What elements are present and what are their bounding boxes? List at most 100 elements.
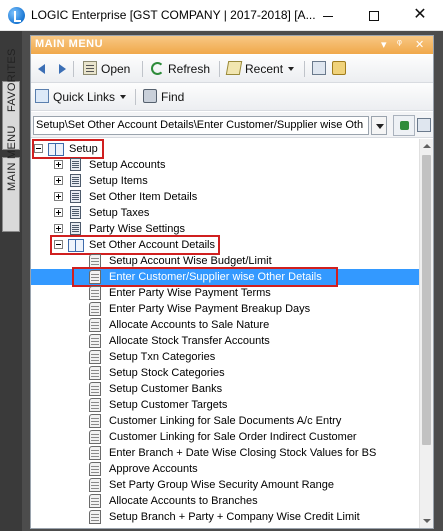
tree-leaf[interactable]: Allocate Accounts to Sale Nature (31, 317, 419, 333)
tree-leaf-label: Allocate Accounts to Branches (109, 495, 258, 507)
open-label: Open (101, 62, 131, 76)
tree-scrollbar[interactable] (419, 139, 433, 528)
tree-leaf[interactable]: Enter Party Wise Payment Breakup Days (31, 301, 419, 317)
menu-tree: Setup Setup Accounts Setup Items Set Oth… (31, 139, 419, 528)
tree-leaf[interactable]: Setup Branch + Party + Company Wise Cred… (31, 509, 419, 525)
tree-leaf[interactable]: Allocate Stock Transfer Accounts (31, 333, 419, 349)
find-label: Find (161, 90, 185, 104)
scroll-up-arrow-icon[interactable] (420, 139, 434, 153)
back-arrow-icon[interactable] (35, 60, 49, 78)
path-bar: Setup\Set Other Account Details\Enter Cu… (31, 112, 433, 138)
app-logo-icon (8, 7, 25, 24)
panel-menu-icon[interactable]: ▾ (381, 38, 387, 51)
toolbar-separator (135, 89, 136, 105)
tree-node-set-other-item-details[interactable]: Set Other Item Details (31, 189, 419, 205)
expand-icon[interactable] (54, 176, 63, 185)
tree-leaf-label: Setup Branch + Party + Company Wise Cred… (109, 511, 360, 523)
path-dropdown-button[interactable] (371, 116, 387, 135)
tree-leaf[interactable]: Enter Party Wise Payment Terms (31, 285, 419, 301)
document-icon (89, 318, 101, 332)
expand-icon[interactable] (54, 208, 63, 217)
tree-leaf[interactable]: Setup Customer Banks (31, 381, 419, 397)
document-icon (89, 446, 101, 460)
tree-leaf[interactable]: Setup Customer Targets (31, 397, 419, 413)
document-icon (89, 366, 101, 380)
tree-leaf[interactable]: Setup Stock Categories (31, 365, 419, 381)
path-input[interactable]: Setup\Set Other Account Details\Enter Cu… (33, 116, 369, 135)
document-icon (89, 462, 101, 476)
recent-button[interactable]: Recent (225, 60, 295, 78)
document-icon (89, 286, 101, 300)
tree-node-label: Setup Items (89, 175, 148, 187)
toolbar-separator (73, 61, 74, 77)
tree-node-label: Setup Accounts (89, 159, 166, 171)
tree-node-setup-taxes[interactable]: Setup Taxes (31, 205, 419, 221)
recent-icon (225, 61, 243, 75)
tree-leaf-label: Setup Customer Banks (109, 383, 223, 395)
lock-button[interactable] (332, 60, 350, 78)
tree-leaf[interactable]: Customer Linking for Sale Order Indirect… (31, 429, 419, 445)
refresh-icon (151, 62, 164, 75)
tree-leaf-label: Enter Party Wise Payment Breakup Days (109, 303, 311, 315)
quick-links-label: Quick Links (53, 90, 116, 104)
folder-icon (70, 206, 81, 219)
quick-links-button[interactable]: Quick Links (35, 88, 127, 106)
find-button[interactable]: Find (143, 88, 184, 106)
panel-close-icon[interactable]: ✕ (415, 38, 424, 51)
refresh-label: Refresh (168, 62, 211, 76)
tree-leaf-label: Enter Branch + Date Wise Closing Stock V… (109, 447, 377, 459)
tree-leaf[interactable]: Set Party Group Wise Security Amount Ran… (31, 477, 419, 493)
tree-node-setup-items[interactable]: Setup Items (31, 173, 419, 189)
tree-leaf-label: Setup Customer Targets (109, 399, 228, 411)
open-icon (83, 61, 97, 75)
tree-leaf[interactable]: Approve Accounts (31, 461, 419, 477)
title-bar: LOGIC Enterprise [GST COMPANY | 2017-201… (0, 0, 443, 31)
main-menu-panel: MAIN MENU ▾ ᵠ ✕ Open Refresh Recent Quic… (30, 35, 434, 529)
tree-leaf[interactable]: Allocate Accounts to Branches (31, 493, 419, 509)
tree-leaf-label: Setup Txn Categories (109, 351, 216, 363)
tree-node-label: Set Other Item Details (89, 191, 198, 203)
chevron-down-icon (120, 95, 127, 99)
document-icon (89, 254, 101, 268)
document-icon (89, 302, 101, 316)
forward-arrow-icon[interactable] (55, 60, 69, 78)
recent-label: Recent (245, 62, 284, 76)
tree-node-setup-accounts[interactable]: Setup Accounts (31, 157, 419, 173)
open-button[interactable]: Open (83, 60, 130, 78)
tree-leaf[interactable]: Customer Linking for Sale Documents A/c … (31, 413, 419, 429)
tree-leaf[interactable]: Setup Txn Categories (31, 349, 419, 365)
find-icon (143, 89, 157, 103)
document-icon (89, 398, 101, 412)
refresh-button[interactable]: Refresh (151, 60, 210, 78)
document-icon (89, 350, 101, 364)
minimize-button[interactable] (305, 0, 351, 30)
panel-pin-icon[interactable]: ᵠ (397, 38, 402, 50)
toolbar-secondary: Quick Links Find (31, 83, 433, 111)
expand-icon[interactable] (54, 160, 63, 169)
expand-icon[interactable] (54, 192, 63, 201)
tree-leaf-label: Approve Accounts (109, 463, 198, 475)
print-button[interactable] (312, 60, 330, 78)
document-icon (89, 382, 101, 396)
tree-leaf-label: Customer Linking for Sale Documents A/c … (109, 415, 342, 427)
main-menu-tab-label: MAIN MENU (6, 125, 18, 191)
folder-icon (70, 158, 81, 171)
panel-title: MAIN MENU (35, 38, 104, 50)
scrollbar-thumb[interactable] (422, 155, 431, 445)
document-icon (89, 510, 101, 524)
expand-icon[interactable] (54, 224, 63, 233)
path-print-button[interactable] (417, 115, 433, 136)
folder-icon (70, 222, 81, 235)
minimize-icon (323, 15, 333, 17)
toolbar-separator (219, 61, 220, 77)
main-menu-tab[interactable]: MAIN MENU (2, 125, 20, 232)
tree-leaf-label: Customer Linking for Sale Order Indirect… (109, 431, 357, 443)
maximize-button[interactable] (351, 0, 397, 30)
go-button[interactable] (393, 115, 415, 136)
lock-icon (332, 61, 346, 75)
close-button[interactable]: ✕ (397, 0, 443, 30)
scroll-down-arrow-icon[interactable] (420, 514, 434, 528)
favorites-tab-label: FAVORITES (6, 48, 18, 112)
highlight-box (50, 235, 220, 255)
tree-leaf[interactable]: Enter Branch + Date Wise Closing Stock V… (31, 445, 419, 461)
